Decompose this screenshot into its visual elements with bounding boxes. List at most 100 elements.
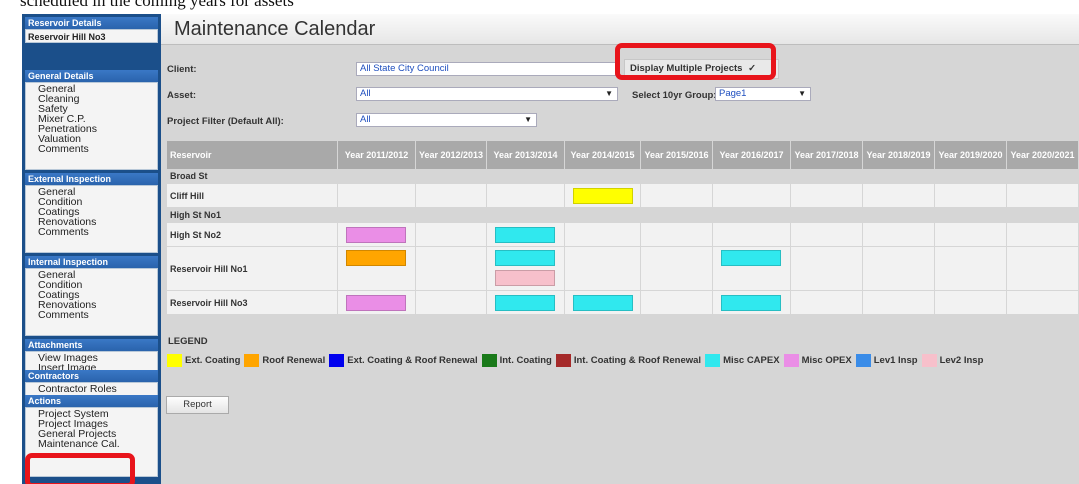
column-header-year: Year 2017/2018: [791, 141, 863, 169]
calendar-cell[interactable]: [565, 223, 641, 247]
calendar-cell[interactable]: [863, 184, 935, 208]
chevron-down-icon: ▼: [605, 89, 613, 98]
legend-label: Misc CAPEX: [723, 355, 780, 366]
calendar-cell[interactable]: [338, 291, 416, 315]
legend-swatch: [244, 354, 260, 367]
highlight-maintenance-cal: [25, 453, 135, 484]
project-bar[interactable]: [495, 270, 555, 286]
calendar-cell[interactable]: [487, 184, 565, 208]
calendar-cell[interactable]: [487, 223, 565, 247]
calendar-cell[interactable]: [791, 184, 863, 208]
column-header-year: Year 2018/2019: [863, 141, 935, 169]
calendar-cell[interactable]: [338, 184, 416, 208]
calendar-cell[interactable]: [935, 247, 1007, 291]
calendar-cell[interactable]: [791, 247, 863, 291]
table-row: Cliff Hill: [167, 184, 1079, 208]
column-header-year: Year 2019/2020: [935, 141, 1007, 169]
legend-label: Lev1 Insp: [873, 355, 918, 366]
calendar-cell[interactable]: [863, 291, 935, 315]
calendar-cell[interactable]: [641, 247, 713, 291]
legend-label: Misc OPEX: [801, 355, 852, 366]
calendar-cell[interactable]: [935, 291, 1007, 315]
legend-label: Roof Renewal: [262, 355, 326, 366]
sidebar-section: General Details General Cleaning Safety Mixe…: [25, 70, 158, 170]
calendar-cell[interactable]: [565, 184, 641, 208]
column-header-year: Year 2020/2021: [1007, 141, 1079, 169]
group-value: Page1: [719, 88, 747, 99]
client-input[interactable]: All State City Council: [356, 62, 616, 76]
project-bar[interactable]: [721, 250, 781, 266]
calendar-cell[interactable]: [713, 247, 791, 291]
asset-label: Asset:: [167, 90, 197, 101]
calendar-cell[interactable]: [487, 247, 565, 291]
calendar-cell[interactable]: [935, 223, 1007, 247]
sidebar-item[interactable]: Comments: [38, 310, 155, 321]
project-filter-value: All: [360, 114, 371, 125]
legend-swatch: [481, 354, 497, 367]
reservoir-name: High St No2: [167, 223, 338, 247]
calendar-cell[interactable]: [641, 291, 713, 315]
group-select[interactable]: Page1 ▼: [715, 87, 811, 101]
calendar-cell[interactable]: [565, 291, 641, 315]
group-name: Broad St: [167, 169, 1079, 184]
calendar-cell[interactable]: [416, 223, 487, 247]
calendar-cell[interactable]: [338, 223, 416, 247]
table-row: Reservoir Hill No3: [167, 291, 1079, 315]
calendar-cell[interactable]: [1007, 223, 1079, 247]
project-bar[interactable]: [495, 295, 555, 311]
legend-swatch: [329, 354, 345, 367]
calendar-cell[interactable]: [1007, 291, 1079, 315]
client-value: All State City Council: [360, 63, 449, 74]
project-bar[interactable]: [721, 295, 781, 311]
calendar-cell[interactable]: [416, 291, 487, 315]
sidebar-item[interactable]: Maintenance Cal.: [38, 439, 155, 450]
calendar-cell[interactable]: [863, 247, 935, 291]
sidebar-item[interactable]: Contractor Roles: [38, 384, 155, 395]
calendar-cell[interactable]: [791, 291, 863, 315]
calendar-cell[interactable]: [935, 184, 1007, 208]
maintenance-calendar-table: Reservoir Year 2011/2012 Year 2012/2013 Yea…: [167, 141, 1079, 315]
sidebar-item[interactable]: Comments: [38, 144, 155, 155]
calendar-cell[interactable]: [713, 223, 791, 247]
sidebar-section-header: General Details: [25, 70, 158, 82]
sidebar-section-header: Reservoir Details: [25, 17, 158, 29]
calendar-cell[interactable]: [416, 247, 487, 291]
calendar-cell[interactable]: [416, 184, 487, 208]
sidebar-item-list: General Cleaning Safety Mixer C.P. Penetrati…: [25, 82, 158, 170]
legend-swatch: [167, 354, 182, 367]
asset-select[interactable]: All ▼: [356, 87, 618, 101]
calendar-cell[interactable]: [791, 223, 863, 247]
calendar-cell[interactable]: [713, 184, 791, 208]
calendar-cell[interactable]: [641, 184, 713, 208]
legend-swatch: [783, 354, 799, 367]
project-bar[interactable]: [495, 250, 555, 266]
project-filter-select[interactable]: All ▼: [356, 113, 537, 127]
column-header-year: Year 2014/2015: [565, 141, 641, 169]
highlight-display-multiple: [615, 43, 776, 80]
project-bar[interactable]: [346, 295, 406, 311]
reservoir-name: Reservoir Hill No3: [167, 291, 338, 315]
sidebar-item[interactable]: Comments: [38, 227, 155, 238]
legend-label: Lev2 Insp: [939, 355, 984, 366]
project-bar[interactable]: [573, 188, 633, 204]
sidebar-section-header: External Inspection: [25, 173, 158, 185]
calendar-cell[interactable]: [565, 247, 641, 291]
calendar-cell[interactable]: [338, 247, 416, 291]
project-bar[interactable]: [495, 227, 555, 243]
calendar-cell[interactable]: [1007, 247, 1079, 291]
project-bar[interactable]: [346, 250, 406, 266]
sidebar-item[interactable]: Reservoir Hill No3: [28, 31, 155, 43]
report-button[interactable]: Report: [166, 396, 229, 414]
calendar-cell[interactable]: [863, 223, 935, 247]
project-bar[interactable]: [346, 227, 406, 243]
calendar-cell[interactable]: [487, 291, 565, 315]
calendar-cell[interactable]: [1007, 184, 1079, 208]
group-label: Select 10yr Group:: [632, 90, 717, 101]
calendar-cell[interactable]: [641, 223, 713, 247]
sidebar-item-list: General Condition Coatings Renovations Comme…: [25, 268, 158, 336]
project-bar[interactable]: [573, 295, 633, 311]
page-title: Maintenance Calendar: [174, 18, 376, 40]
column-header-year: Year 2016/2017: [713, 141, 791, 169]
column-header-year: Year 2011/2012: [338, 141, 416, 169]
calendar-cell[interactable]: [713, 291, 791, 315]
